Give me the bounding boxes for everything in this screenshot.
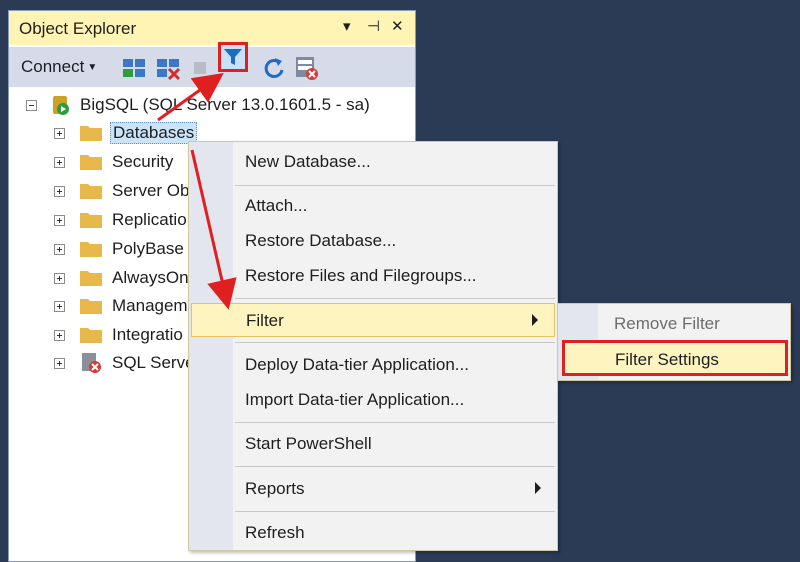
tree-node-alwayson[interactable]: AlwaysOn bbox=[54, 267, 188, 291]
menu-separator bbox=[235, 185, 555, 186]
panel-title: Object Explorer bbox=[19, 19, 137, 38]
filter-submenu: Remove Filter Filter Settings bbox=[557, 303, 791, 381]
tree-node-polybase[interactable]: PolyBase bbox=[54, 238, 188, 262]
connect-object-explorer-icon[interactable] bbox=[121, 55, 147, 81]
folder-icon bbox=[80, 155, 102, 170]
sql-agent-icon bbox=[82, 353, 101, 373]
menu-separator bbox=[235, 298, 555, 299]
tree-node-label: Replicatio bbox=[112, 210, 187, 229]
connect-dropdown-button[interactable]: Connect ▼ bbox=[21, 57, 97, 77]
folder-icon bbox=[80, 184, 102, 199]
stop-icon[interactable] bbox=[193, 61, 207, 75]
tree-node-label: Security bbox=[112, 152, 174, 171]
menu-item-restore-database[interactable]: Restore Database... bbox=[189, 224, 557, 258]
menu-item-label: Refresh bbox=[245, 523, 305, 542]
menu-item-new-database[interactable]: New Database... bbox=[189, 145, 557, 179]
server-label: BigSQL (SQL Server 13.0.1601.5 - sa) bbox=[80, 95, 370, 114]
tree-node-management[interactable]: Managem bbox=[54, 295, 188, 319]
tree-node-sql-server-agent[interactable]: SQL Serve bbox=[54, 352, 188, 376]
tree-node-label: Integratio bbox=[112, 325, 183, 344]
menu-item-label: Filter bbox=[246, 311, 284, 330]
folder-icon bbox=[80, 271, 102, 286]
disconnect-icon[interactable] bbox=[155, 55, 181, 81]
context-menu: New Database... Attach... Restore Databa… bbox=[188, 141, 558, 551]
menu-item-label: Reports bbox=[245, 479, 305, 498]
expand-icon[interactable] bbox=[54, 358, 65, 369]
menu-separator bbox=[235, 422, 555, 423]
menu-item-start-powershell[interactable]: Start PowerShell bbox=[189, 427, 557, 461]
folder-icon bbox=[80, 328, 102, 343]
tree-node-label: Managem bbox=[112, 296, 188, 315]
menu-item-filter-settings[interactable]: Filter Settings bbox=[562, 340, 788, 376]
expand-icon[interactable] bbox=[54, 157, 65, 168]
filter-icon bbox=[224, 49, 242, 65]
tree-node-server-objects[interactable]: Server Ob bbox=[54, 180, 188, 204]
expand-icon[interactable] bbox=[54, 244, 65, 255]
chevron-down-icon: ▼ bbox=[87, 62, 98, 74]
refresh-icon[interactable] bbox=[261, 55, 287, 81]
menu-item-label: New Database... bbox=[245, 152, 371, 171]
submenu-arrow-icon bbox=[532, 314, 538, 326]
menu-item-label: Filter Settings bbox=[615, 350, 719, 369]
tree-node-label: SQL Serve bbox=[112, 353, 188, 372]
menu-item-label: Deploy Data-tier Application... bbox=[245, 355, 469, 374]
expand-icon[interactable] bbox=[54, 301, 65, 312]
object-explorer-title-bar: Object Explorer ▾ ⊣ ✕ bbox=[9, 11, 415, 45]
object-explorer-toolbar: Connect ▼ bbox=[9, 47, 415, 87]
menu-item-refresh[interactable]: Refresh bbox=[189, 516, 557, 550]
close-panel-icon[interactable]: ✕ bbox=[391, 17, 404, 35]
expand-icon[interactable] bbox=[54, 128, 65, 139]
connect-label: Connect bbox=[21, 57, 85, 76]
menu-item-filter[interactable]: Filter bbox=[191, 303, 555, 337]
menu-item-attach[interactable]: Attach... bbox=[189, 189, 557, 223]
folder-icon bbox=[80, 242, 102, 257]
activity-monitor-icon[interactable] bbox=[293, 55, 319, 81]
tree-node-label: Server Ob bbox=[112, 181, 188, 200]
folder-icon bbox=[80, 126, 102, 141]
folder-icon bbox=[80, 299, 102, 314]
tree-node-label: AlwaysOn bbox=[112, 268, 188, 287]
folder-icon bbox=[80, 213, 102, 228]
menu-separator bbox=[235, 342, 555, 343]
menu-item-deploy-data-tier[interactable]: Deploy Data-tier Application... bbox=[189, 348, 557, 382]
collapse-icon[interactable] bbox=[26, 100, 37, 111]
expand-icon[interactable] bbox=[54, 215, 65, 226]
menu-separator bbox=[235, 466, 555, 467]
tree-node-label: Databases bbox=[110, 122, 198, 144]
menu-item-label: Start PowerShell bbox=[245, 434, 372, 453]
server-node[interactable]: BigSQL (SQL Server 13.0.1601.5 - sa) bbox=[26, 94, 406, 118]
tree-node-integration[interactable]: Integratio bbox=[54, 324, 188, 348]
submenu-arrow-icon bbox=[535, 482, 541, 494]
auto-hide-pin-icon[interactable]: ⊣ bbox=[367, 17, 380, 35]
filter-button[interactable] bbox=[218, 42, 248, 72]
expand-icon[interactable] bbox=[54, 330, 65, 341]
expand-icon[interactable] bbox=[54, 273, 65, 284]
expand-icon[interactable] bbox=[54, 186, 65, 197]
menu-item-import-data-tier[interactable]: Import Data-tier Application... bbox=[189, 383, 557, 417]
menu-item-label: Restore Database... bbox=[245, 231, 397, 250]
menu-separator bbox=[235, 511, 555, 512]
menu-item-restore-files[interactable]: Restore Files and Filegroups... bbox=[189, 259, 557, 293]
server-icon bbox=[53, 96, 69, 115]
tree-node-label: PolyBase bbox=[112, 239, 184, 258]
menu-item-label: Import Data-tier Application... bbox=[245, 390, 465, 409]
menu-item-label: Attach... bbox=[245, 196, 308, 215]
menu-item-label: Restore Files and Filegroups... bbox=[245, 266, 477, 285]
window-position-dropdown-icon[interactable]: ▾ bbox=[343, 17, 351, 35]
menu-item-reports[interactable]: Reports bbox=[189, 472, 557, 506]
tree-node-replication[interactable]: Replicatio bbox=[54, 209, 188, 233]
menu-item-remove-filter: Remove Filter bbox=[614, 314, 720, 333]
